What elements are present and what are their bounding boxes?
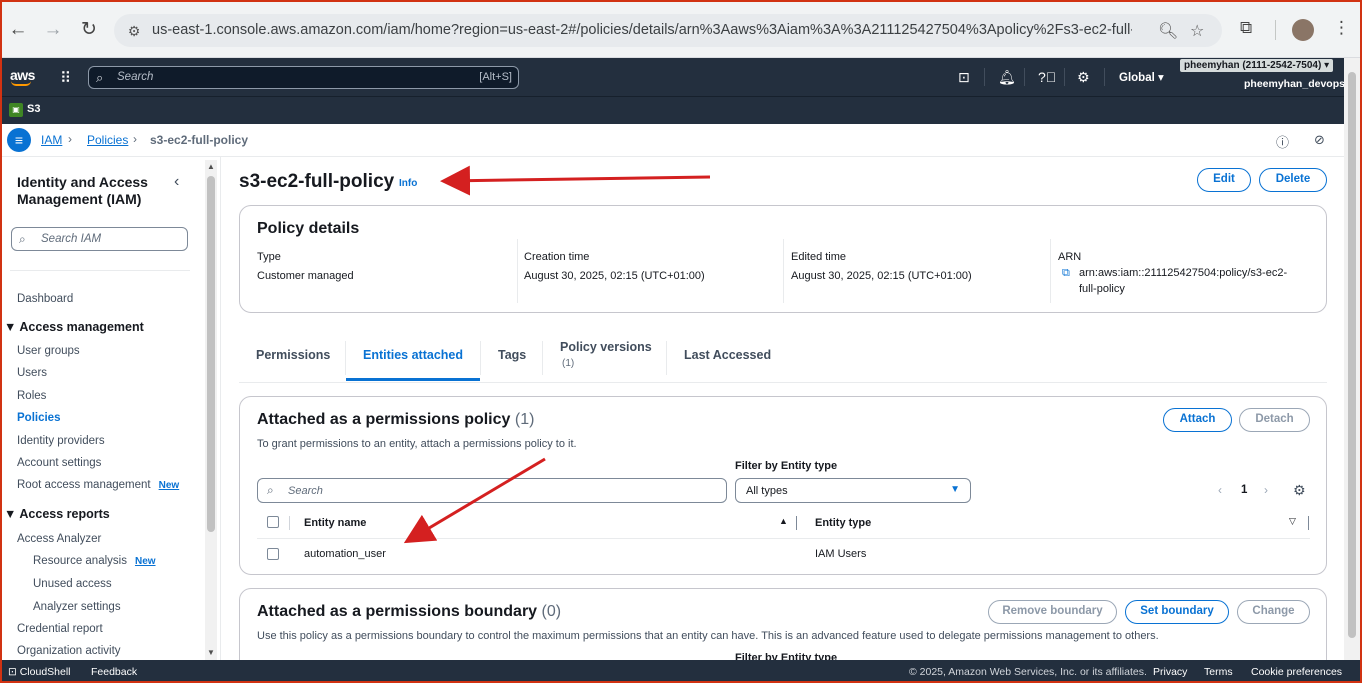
annotation-arrow-entity [403,457,546,544]
annotation-arrow-title [440,165,711,196]
annotation-arrows [403,165,711,544]
